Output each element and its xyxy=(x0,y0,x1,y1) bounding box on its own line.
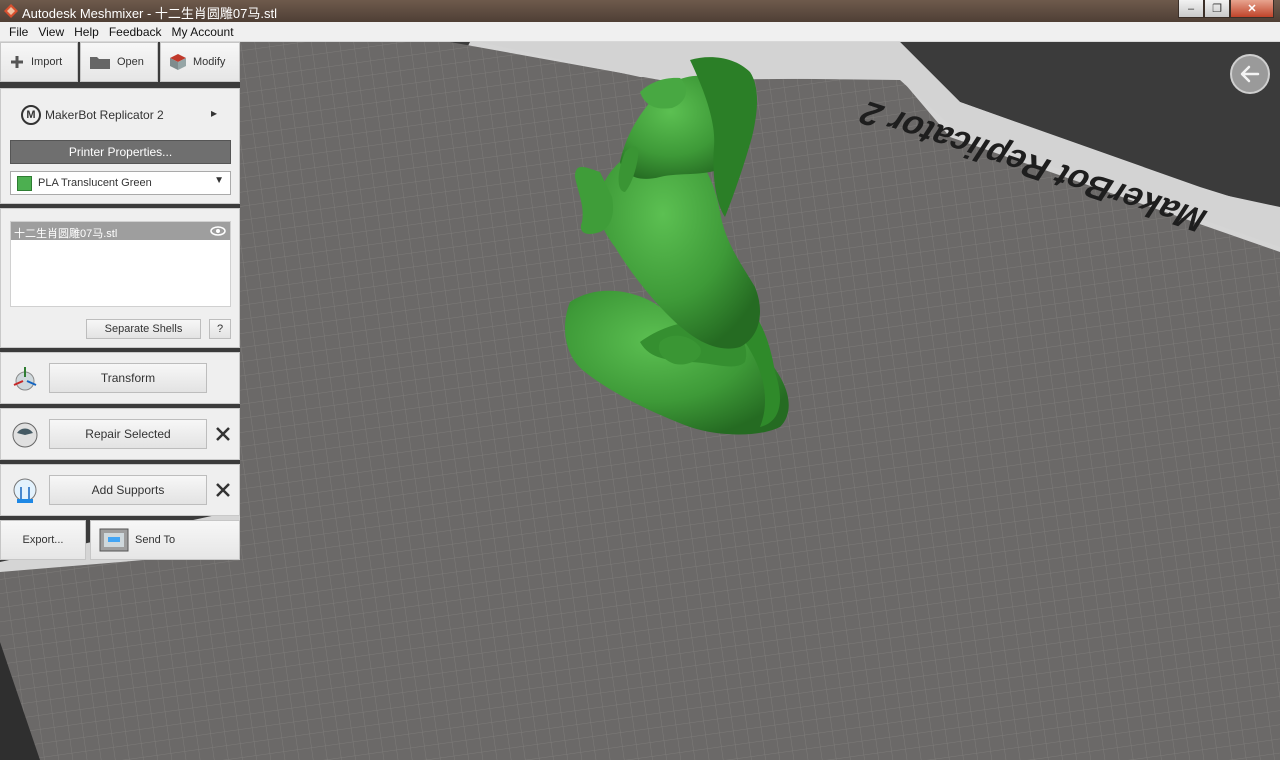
restore-icon: ❐ xyxy=(1212,3,1222,15)
transform-label: Transform xyxy=(100,371,156,385)
open-button[interactable]: Open xyxy=(80,42,158,82)
help-button[interactable]: ? xyxy=(209,319,231,339)
menu-feedback[interactable]: Feedback xyxy=(104,25,167,39)
menu-my-account[interactable]: My Account xyxy=(167,25,239,39)
open-label: Open xyxy=(117,56,144,68)
menu-help[interactable]: Help xyxy=(69,25,104,39)
minimize-button[interactable]: – xyxy=(1178,0,1204,18)
repair-section: Repair Selected xyxy=(0,408,240,460)
import-label: Import xyxy=(31,56,63,68)
object-list: 十二生肖圆雕07马.stl xyxy=(10,221,231,307)
close-icon: ✕ xyxy=(1247,3,1257,15)
back-arrow-icon xyxy=(1240,65,1260,83)
separate-shells-label: Separate Shells xyxy=(104,323,183,335)
supports-icon xyxy=(13,478,37,503)
material-color-swatch xyxy=(17,176,32,191)
plus-icon xyxy=(11,56,23,68)
modify-button[interactable]: Modify xyxy=(160,42,240,82)
printer-send-icon xyxy=(99,528,129,552)
cube-icon xyxy=(170,54,186,70)
printer-properties-label: Printer Properties... xyxy=(68,145,173,159)
wrench-icon[interactable] xyxy=(215,482,231,498)
title-bar: Autodesk Meshmixer - 十二生肖圆雕07马.stl – ❐ ✕ xyxy=(0,0,1280,22)
eye-icon[interactable] xyxy=(210,226,226,236)
close-button[interactable]: ✕ xyxy=(1230,0,1274,18)
transform-icon xyxy=(13,367,37,391)
folder-icon xyxy=(90,57,110,69)
printer-section: M MakerBot Replicator 2 ▸ Printer Proper… xyxy=(0,88,240,204)
separate-shells-button[interactable]: Separate Shells xyxy=(86,319,201,339)
window-title: Autodesk Meshmixer - 十二生肖圆雕07马.stl xyxy=(22,6,278,21)
help-label: ? xyxy=(216,323,224,335)
list-item[interactable]: 十二生肖圆雕07马.stl xyxy=(11,222,230,240)
send-to-button[interactable]: Send To xyxy=(90,520,240,560)
printer-expand-arrow-icon[interactable]: ▸ xyxy=(211,106,217,120)
transform-section: Transform xyxy=(0,352,240,404)
chevron-down-icon: ▼ xyxy=(214,175,224,186)
send-to-label: Send To xyxy=(135,534,176,546)
restore-button[interactable]: ❐ xyxy=(1204,0,1230,18)
menu-view[interactable]: View xyxy=(33,25,69,39)
material-name: PLA Translucent Green xyxy=(38,177,152,189)
back-button[interactable] xyxy=(1230,54,1270,94)
repair-selected-label: Repair Selected xyxy=(85,427,171,441)
wrench-icon[interactable] xyxy=(215,426,231,442)
material-select[interactable]: PLA Translucent Green ▼ xyxy=(10,171,231,195)
makerbot-logo-icon: M xyxy=(21,105,41,125)
repair-icon xyxy=(12,422,38,448)
menu-bar: File View Help Feedback My Account xyxy=(0,22,1280,42)
printer-name[interactable]: MakerBot Replicator 2 xyxy=(45,108,164,122)
supports-section: Add Supports xyxy=(0,464,240,516)
transform-button[interactable]: Transform xyxy=(49,363,207,393)
export-label: Export... xyxy=(22,534,64,546)
object-name: 十二生肖圆雕07马.stl xyxy=(14,228,118,240)
objects-section: 十二生肖圆雕07马.stl Separate Shells ? xyxy=(0,208,240,348)
add-supports-label: Add Supports xyxy=(91,483,165,497)
printer-properties-button[interactable]: Printer Properties... xyxy=(10,140,231,164)
repair-selected-button[interactable]: Repair Selected xyxy=(49,419,207,449)
add-supports-button[interactable]: Add Supports xyxy=(49,475,207,505)
export-button[interactable]: Export... xyxy=(0,520,86,560)
import-button[interactable]: Import xyxy=(0,42,78,82)
meshmixer-app-icon xyxy=(4,4,18,18)
modify-label: Modify xyxy=(193,56,226,68)
minimize-icon: – xyxy=(1187,2,1195,15)
menu-file[interactable]: File xyxy=(4,25,33,39)
